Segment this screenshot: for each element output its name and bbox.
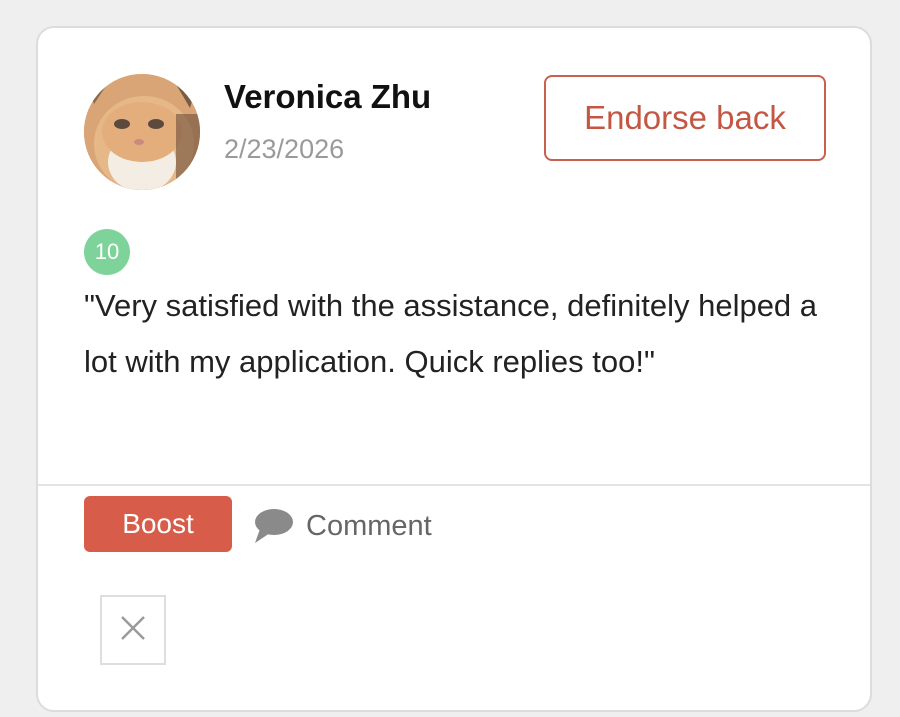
speech-bubble-icon xyxy=(252,507,294,545)
review-date: 2/23/2026 xyxy=(224,134,345,164)
dismiss-button[interactable] xyxy=(100,595,166,665)
boost-button[interactable]: Boost xyxy=(84,496,232,552)
divider xyxy=(38,484,870,486)
author-name[interactable]: Veronica Zhu xyxy=(224,78,431,116)
review-text: "Very satisfied with the assistance, def… xyxy=(84,288,818,379)
avatar[interactable] xyxy=(84,74,200,190)
review-card: Veronica Zhu 2/23/2026 Endorse back 10 "… xyxy=(36,26,872,712)
comment-label: Comment xyxy=(306,509,432,542)
endorse-back-button[interactable]: Endorse back xyxy=(544,75,826,161)
score-badge: 10 xyxy=(84,229,130,275)
close-icon xyxy=(120,615,146,646)
cat-photo-icon xyxy=(84,74,200,190)
comment-button[interactable]: Comment xyxy=(252,506,432,546)
